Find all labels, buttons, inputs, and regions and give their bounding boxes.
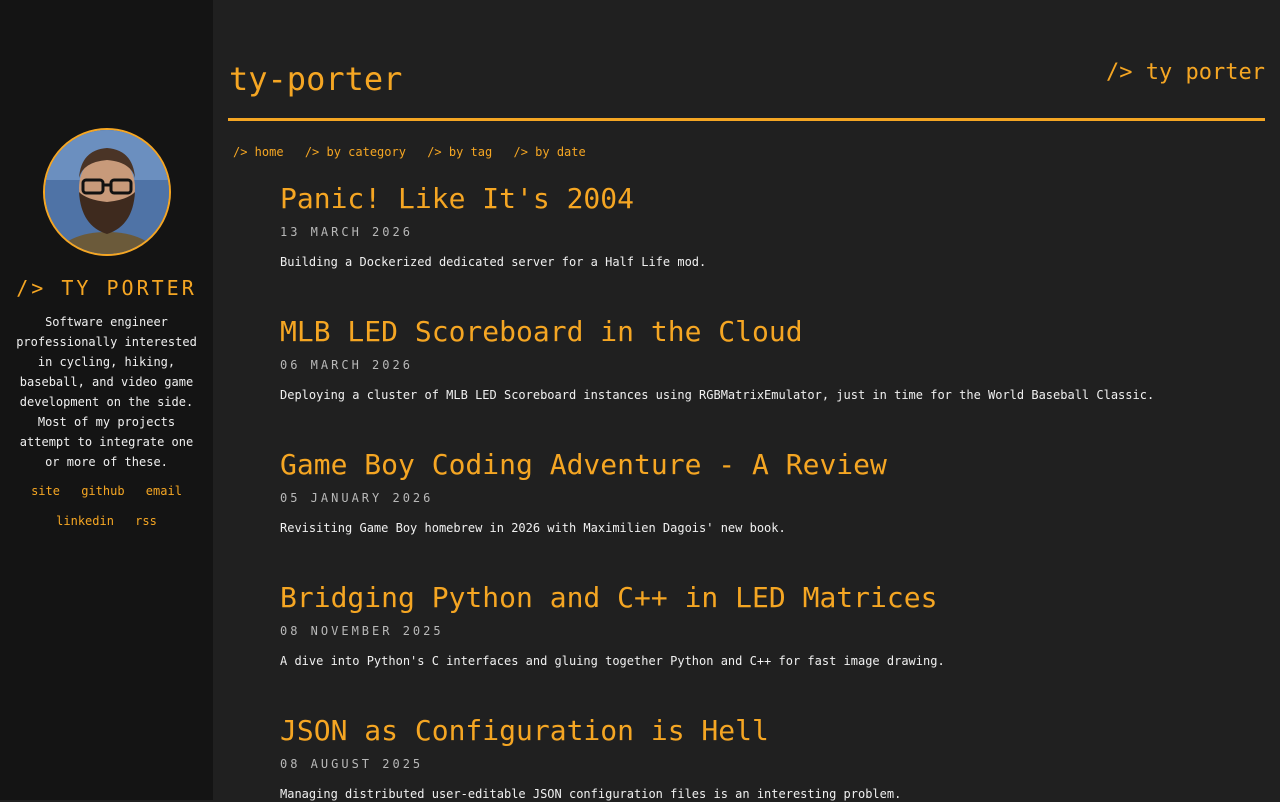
post-item: JSON as Configuration is Hell 08 AUGUST … (280, 714, 1260, 802)
sidebar-bio: Software engineer professionally interes… (16, 315, 197, 469)
nav-by-category[interactable]: /> by category (305, 145, 406, 159)
post-date: 08 NOVEMBER 2025 (280, 624, 444, 638)
avatar (43, 128, 171, 256)
sidebar: /> TY PORTER Software engineer professio… (0, 0, 213, 800)
site-link[interactable]: site (31, 484, 60, 498)
post-description: A dive into Python's C interfaces and gl… (280, 654, 945, 668)
post-item: Game Boy Coding Adventure - A Review 05 … (280, 448, 1260, 536)
post-description: Deploying a cluster of MLB LED Scoreboar… (280, 388, 1155, 402)
post-date: 05 JANUARY 2026 (280, 491, 434, 505)
post-date: 13 MARCH 2026 (280, 225, 413, 239)
nav-by-tag[interactable]: /> by tag (427, 145, 492, 159)
nav-home[interactable]: /> home (233, 145, 284, 159)
sidebar-links-row1: site github email (0, 484, 213, 498)
brand-link[interactable]: /> ty porter (1106, 60, 1265, 85)
post-item: Bridging Python and C++ in LED Matrices … (280, 581, 1260, 669)
sidebar-links-row2: linkedin rss (0, 514, 213, 528)
site-title[interactable]: ty-porter (229, 60, 402, 98)
github-link[interactable]: github (81, 484, 124, 498)
post-description: Revisiting Game Boy homebrew in 2026 wit… (280, 521, 786, 535)
post-date: 08 AUGUST 2025 (280, 757, 424, 771)
post-title-link[interactable]: Game Boy Coding Adventure - A Review (280, 448, 1260, 482)
email-link[interactable]: email (146, 484, 182, 498)
main-content: ty-porter /> ty porter /> home /> by cat… (228, 0, 1265, 802)
post-title-link[interactable]: MLB LED Scoreboard in the Cloud (280, 315, 1260, 349)
nav-by-date[interactable]: /> by date (513, 145, 585, 159)
post-item: MLB LED Scoreboard in the Cloud 06 MARCH… (280, 315, 1260, 403)
post-item: Panic! Like It's 2004 13 MARCH 2026 Buil… (280, 182, 1260, 270)
main-nav: /> home /> by category /> by tag /> by d… (233, 145, 600, 159)
profile-photo-icon (45, 130, 169, 254)
rss-link[interactable]: rss (135, 514, 157, 528)
post-title-link[interactable]: JSON as Configuration is Hell (280, 714, 1260, 748)
post-date: 06 MARCH 2026 (280, 358, 413, 372)
post-description: Building a Dockerized dedicated server f… (280, 255, 707, 269)
post-title-link[interactable]: Panic! Like It's 2004 (280, 182, 1260, 216)
header-divider (228, 118, 1265, 121)
linkedin-link[interactable]: linkedin (56, 514, 114, 528)
post-title-link[interactable]: Bridging Python and C++ in LED Matrices (280, 581, 1260, 615)
sidebar-name: /> TY PORTER (16, 276, 197, 300)
